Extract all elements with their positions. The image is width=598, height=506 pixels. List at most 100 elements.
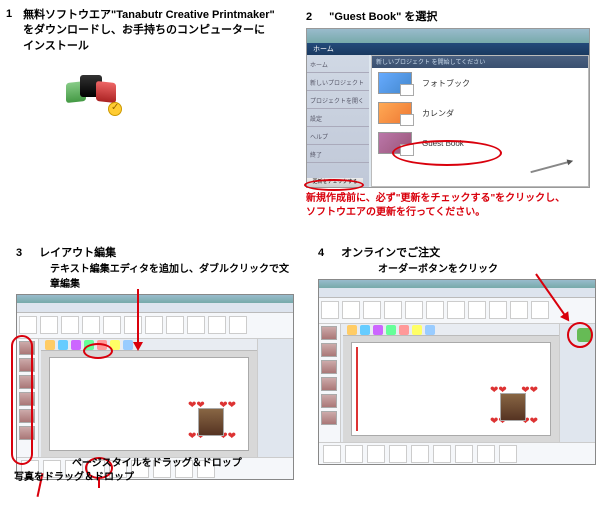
page-thumb[interactable] — [468, 301, 486, 319]
step-2-heading: 2 "Guest Book" を選択 — [306, 8, 592, 24]
photo-thumb[interactable] — [19, 341, 35, 355]
photo-icon — [500, 393, 526, 421]
page-thumb[interactable] — [229, 316, 247, 334]
page-thumb[interactable] — [103, 316, 121, 334]
tool-icon[interactable] — [386, 325, 396, 335]
photo-thumb[interactable] — [321, 377, 337, 391]
pagestyle-note: ページスタイルをドラッグ＆ドロップ — [72, 454, 242, 469]
step-3-subtitle: テキスト編集エディタを追加し、ダブルクリックで文章編集 — [50, 260, 298, 290]
step-1-line3: インストール — [23, 40, 89, 52]
style-thumb[interactable] — [345, 445, 363, 463]
style-thumb[interactable] — [455, 445, 473, 463]
page-thumb[interactable] — [40, 316, 58, 334]
order-button[interactable] — [577, 328, 591, 342]
page-thumb[interactable] — [321, 301, 339, 319]
page-thumb[interactable] — [166, 316, 184, 334]
tool-icon[interactable] — [360, 325, 370, 335]
editor-toolbar[interactable] — [17, 303, 293, 313]
top-thumbnail-strip — [17, 313, 293, 339]
step-1-heading: 1 無料ソフトウエア"Tanabutr Creative Printmaker"… — [6, 8, 286, 54]
page-thumb[interactable] — [187, 316, 205, 334]
project-type-guestbook[interactable]: Guest Book — [372, 128, 588, 158]
tool-icon[interactable] — [71, 340, 81, 350]
highlight-oval — [304, 179, 364, 191]
window-titlebar — [17, 295, 293, 303]
tool-icon[interactable] — [425, 325, 435, 335]
style-thumb[interactable] — [323, 445, 341, 463]
page-thumb[interactable] — [19, 316, 37, 334]
item-label: Guest Book — [422, 139, 464, 148]
placed-photo-with-hearts[interactable]: ❤❤ ❤❤ ❤❤ ❤❤ — [188, 400, 236, 442]
canvas-area: ❤❤ ❤❤ ❤❤ ❤❤ — [41, 339, 257, 457]
page-thumb[interactable] — [61, 316, 79, 334]
page-thumb[interactable] — [124, 316, 142, 334]
step-1-line2: をダウンロードし、お手持ちのコンピューターに — [23, 24, 265, 36]
project-type-calendar[interactable]: カレンダ — [372, 98, 588, 128]
app-window: ホーム ホーム 新しいプロジェクト プロジェクトを開く 設定 ヘルプ 終了 新し… — [306, 28, 590, 188]
photo-thumb[interactable] — [19, 358, 35, 372]
step-2: 2 "Guest Book" を選択 ホーム ホーム 新しいプロジェクト プロジ… — [306, 8, 592, 220]
photo-thumb[interactable] — [19, 392, 35, 406]
page-thumb[interactable] — [489, 301, 507, 319]
margin-guide — [356, 347, 358, 431]
photo-thumb[interactable] — [19, 409, 35, 423]
canvas-area: ❤❤ ❤❤ ❤❤ ❤❤ — [343, 324, 559, 442]
page-thumb[interactable] — [447, 301, 465, 319]
sidebar-item[interactable]: ヘルプ — [307, 127, 369, 145]
style-thumb[interactable] — [367, 445, 385, 463]
page-thumb[interactable] — [510, 301, 528, 319]
page-thumb[interactable] — [531, 301, 549, 319]
sidebar-item[interactable]: 終了 — [307, 145, 369, 163]
sidebar-item[interactable]: 設定 — [307, 109, 369, 127]
editor-right-panel[interactable] — [559, 324, 595, 442]
tool-icon[interactable] — [123, 340, 133, 350]
page-thumb[interactable] — [363, 301, 381, 319]
photo-thumb[interactable] — [321, 411, 337, 425]
window-menubar[interactable]: ホーム — [307, 43, 589, 55]
step-2-note: 新規作成前に、必ず"更新をチェックする"をクリックし、 ソフトウエアの更新を行っ… — [306, 192, 592, 220]
style-thumb[interactable] — [499, 445, 517, 463]
placed-photo-with-hearts[interactable]: ❤❤ ❤❤ ❤❤ ❤❤ — [490, 385, 538, 427]
tool-icon[interactable] — [84, 340, 94, 350]
page-thumb[interactable] — [426, 301, 444, 319]
checkmark-badge-icon — [108, 102, 122, 116]
editor-right-panel[interactable] — [257, 339, 293, 457]
sidebar-item[interactable]: ホーム — [307, 55, 369, 73]
tool-icon[interactable] — [110, 340, 120, 350]
style-thumb[interactable] — [477, 445, 495, 463]
page-thumb[interactable] — [384, 301, 402, 319]
item-label: フォトブック — [422, 78, 470, 89]
photo-thumb[interactable] — [19, 375, 35, 389]
page-thumb[interactable] — [145, 316, 163, 334]
page-thumb[interactable] — [405, 301, 423, 319]
tool-icon[interactable] — [347, 325, 357, 335]
sidebar-item[interactable]: 新しいプロジェクト — [307, 73, 369, 91]
page-canvas[interactable]: ❤❤ ❤❤ ❤❤ ❤❤ — [351, 342, 551, 436]
tool-icon[interactable] — [412, 325, 422, 335]
style-thumb[interactable] — [389, 445, 407, 463]
page-thumb[interactable] — [342, 301, 360, 319]
style-thumb[interactable] — [433, 445, 451, 463]
tool-icon[interactable] — [97, 340, 107, 350]
page-thumb[interactable] — [208, 316, 226, 334]
tool-icon[interactable] — [399, 325, 409, 335]
sidebar: ホーム 新しいプロジェクト プロジェクトを開く 設定 ヘルプ 終了 — [307, 55, 369, 187]
photo-thumb[interactable] — [321, 343, 337, 357]
tool-icon[interactable] — [45, 340, 55, 350]
style-thumb[interactable] — [411, 445, 429, 463]
photo-thumb[interactable] — [321, 360, 337, 374]
project-type-photobook[interactable]: フォトブック — [372, 68, 588, 98]
tool-icon[interactable] — [373, 325, 383, 335]
tool-icon[interactable] — [58, 340, 68, 350]
sidebar-item[interactable]: プロジェクトを開く — [307, 91, 369, 109]
page-thumb[interactable] — [82, 316, 100, 334]
step-4: 4 オンラインでご注文 オーダーボタンをクリック ❤❤ ❤❤ ❤❤ ❤❤ — [318, 244, 594, 465]
photo-thumb[interactable] — [19, 426, 35, 440]
photo-icon — [198, 408, 224, 436]
window-titlebar — [319, 280, 595, 288]
page-canvas[interactable]: ❤❤ ❤❤ ❤❤ ❤❤ — [49, 357, 249, 451]
step-4-title: オンラインでご注文 — [341, 247, 440, 259]
step-1-text: 無料ソフトウエア"Tanabutr Creative Printmaker" を… — [23, 8, 275, 54]
photo-thumb[interactable] — [321, 394, 337, 408]
photo-thumb[interactable] — [321, 326, 337, 340]
